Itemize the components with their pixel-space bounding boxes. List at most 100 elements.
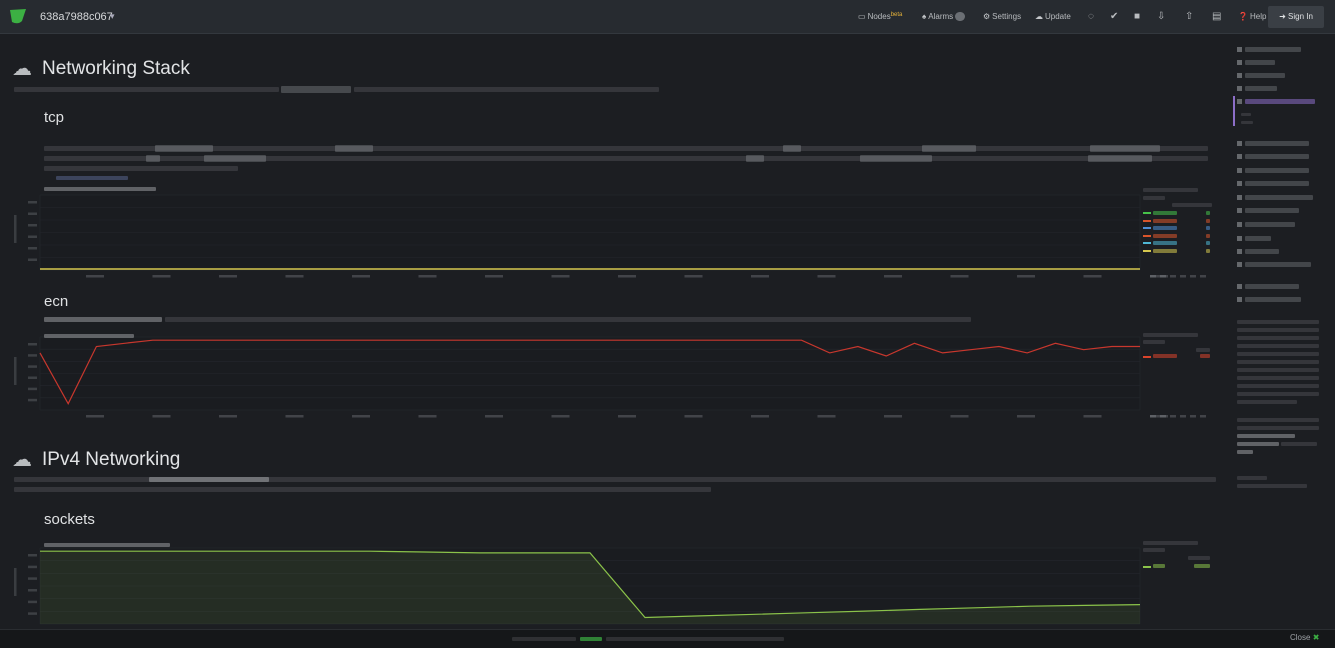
y-tick-label [28,565,37,569]
menu-item[interactable] [1245,60,1275,65]
x-tick-label [1017,275,1035,278]
chart-tool-icon[interactable] [1170,415,1176,418]
legend-series-name[interactable] [1153,233,1177,238]
menu-item-icon [1237,181,1242,186]
active-menu-indicator [1233,96,1235,126]
y-tick-label [28,343,37,346]
x-tick-label [152,275,171,278]
charts-svg [14,194,1206,632]
menu-item[interactable] [1245,73,1285,78]
menu-item[interactable] [1245,249,1279,254]
chart-tool-icon[interactable] [1150,415,1156,418]
legend-swatch[interactable] [1143,242,1151,244]
legend-series-name[interactable] [1153,211,1177,215]
ip-ecn-statistics-chart [14,336,1206,418]
menu-item[interactable] [1245,195,1313,200]
y-axis-label [14,568,17,596]
x-tick-label [219,275,237,278]
x-tick-label [1017,415,1035,418]
menu-item[interactable] [1245,141,1309,146]
legend-series-name[interactable] [1153,218,1177,223]
legend-series-value [1206,241,1210,245]
menu-item-icon [1237,284,1242,289]
legend-series-value [1206,211,1210,215]
menu-item[interactable] [1245,86,1277,91]
menu-item-icon [1237,86,1242,91]
menu-item[interactable] [1245,47,1301,52]
y-tick-label [28,589,37,592]
legend-swatch[interactable] [1143,356,1151,358]
x-tick-label [618,275,636,278]
x-tick-label [551,275,570,278]
menu-item-icon [1237,154,1242,159]
legend-series-name[interactable] [1153,241,1177,245]
legend-series-name[interactable] [1153,226,1177,230]
x-tick-label [618,415,636,418]
legend-series-name[interactable] [1153,248,1177,253]
menu-item-active[interactable] [1245,99,1315,104]
y-axis-label [14,357,17,385]
x-tick-label [950,415,969,418]
menu-item[interactable] [1245,154,1309,159]
menu-item[interactable] [1245,208,1299,213]
menu-item-icon [1237,195,1242,200]
legend-series-value [1206,226,1210,230]
menu-item-icon [1237,262,1242,267]
x-tick-label [884,415,902,418]
legend-swatch[interactable] [1143,234,1151,237]
chart-tool-icon[interactable] [1190,275,1196,278]
legend-swatch[interactable] [1143,219,1151,222]
menu-item-icon [1237,208,1242,213]
chart-tool-icon[interactable] [1160,415,1166,418]
chart-tool-icon[interactable] [1180,415,1186,418]
x-tick-label [219,415,237,418]
y-tick-label [28,600,37,604]
menu-item[interactable] [1245,262,1311,267]
chart-tool-icon[interactable] [1200,275,1206,278]
chart-tool-icon[interactable] [1170,275,1176,278]
x-tick-label [352,415,370,418]
menu-item-icon [1237,249,1242,254]
menu-item-icon [1237,141,1242,146]
x-tick-label [884,275,902,278]
chart-tool-icon[interactable] [1180,275,1186,278]
y-axis-label [14,215,17,243]
legend-swatch[interactable] [1143,249,1151,252]
submenu-item[interactable] [1241,121,1253,124]
submenu-item[interactable] [1241,113,1251,116]
menu-item-icon [1237,236,1242,241]
legend-swatch[interactable] [1143,212,1151,214]
legend-swatch[interactable] [1143,227,1151,229]
close-banner-button[interactable]: Close ✖ [1290,633,1319,642]
y-tick-label [28,554,37,557]
chart-tool-icon[interactable] [1200,415,1206,418]
chart-tool-icon[interactable] [1190,415,1196,418]
y-tick-label [28,387,37,391]
legend-swatch[interactable] [1143,566,1151,568]
menu-item[interactable] [1245,284,1299,289]
section-title-ecn: ecn [44,293,69,310]
close-icon: ✖ [1312,633,1320,642]
menu-item-icon [1237,222,1242,227]
menu-item-icon [1237,99,1242,104]
chart-tool-icon[interactable] [1150,275,1156,278]
x-tick-label [285,275,304,278]
menu-item-icon [1237,297,1242,302]
y-tick-label [28,224,37,227]
chart-tool-icon[interactable] [1160,275,1166,278]
footer-sign-in-link[interactable] [580,637,602,641]
y-tick-label [28,235,37,238]
y-tick-label [28,376,37,379]
menu-item[interactable] [1245,181,1309,186]
y-tick-label [28,247,37,250]
x-tick-label [285,415,304,418]
menu-item[interactable] [1245,168,1309,173]
x-tick-label [485,415,503,418]
menu-item[interactable] [1245,236,1271,241]
tcp-connection-aborts-chart [14,194,1206,278]
menu-item[interactable] [1245,222,1295,227]
section-title-sockets: sockets [44,511,95,528]
x-tick-label [485,275,503,278]
x-tick-label [684,275,703,278]
menu-item[interactable] [1245,297,1301,302]
